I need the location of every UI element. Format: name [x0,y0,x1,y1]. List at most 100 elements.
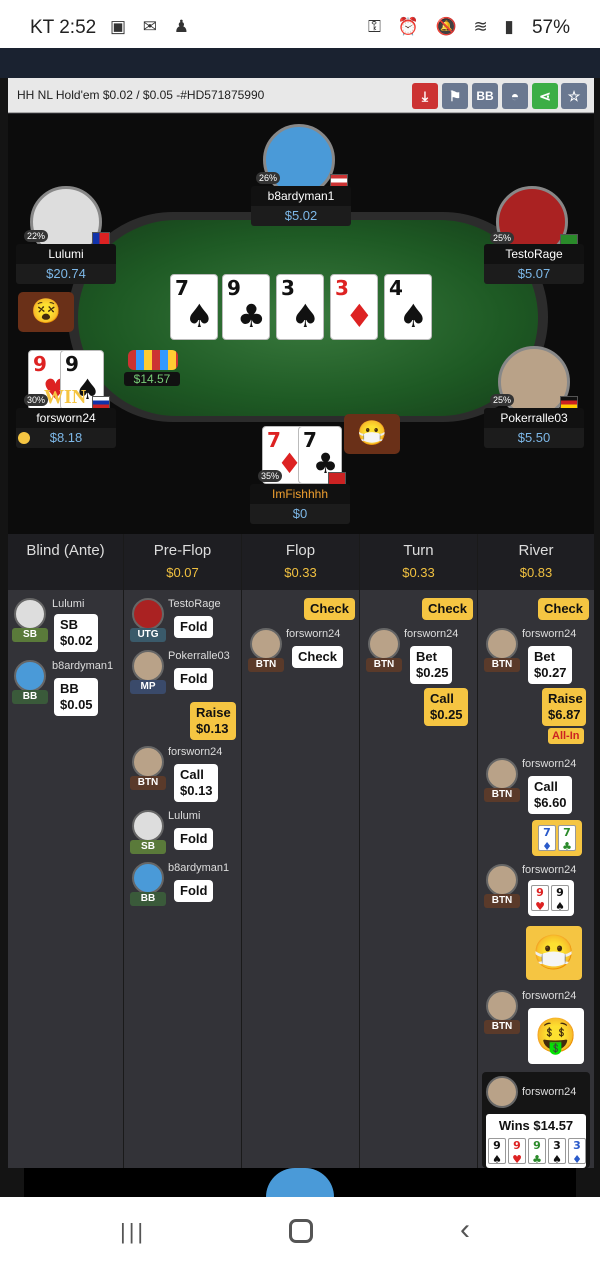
emoji-bubble: 😷 [344,414,400,454]
mini-card: 9 ♠ [488,1138,506,1166]
player-name: Lulumi [52,598,85,610]
bb-toggle-button[interactable]: BB [472,83,498,109]
board-card: 4 ♠ [384,274,432,340]
player-name: forsworn24 [522,628,577,640]
mini-card: 7 ♦ [538,825,556,853]
action-bubble: Bet $0.27 [528,646,572,684]
pct-badge: 25% [490,394,515,406]
pot-amount: $14.57 [124,372,180,386]
system-icons: ⚿ ⏰ 🔕 ≋ ▮ [368,17,520,36]
player-stack: $5.07 [484,264,584,284]
player-name: b8ardyman1 [52,660,114,672]
pct-badge: 30% [24,394,49,406]
mini-card: 9 ♣ [528,1138,546,1166]
allin-badge: All-In [548,728,584,744]
action-bubble: Fold [174,880,214,902]
column-header: River $0.83 [478,534,594,590]
background-app [0,48,600,78]
player-name: TestoRage [168,598,221,610]
player-name: forsworn24 [286,628,341,640]
avatar-forsworn24 [250,628,282,660]
pct-badge: 35% [258,470,283,482]
player-name: forsworn24 [16,408,116,428]
battery-level: 57% [531,17,570,38]
avatar-forsworn24 [486,1076,518,1108]
pct-badge: 25% [490,232,515,244]
home-button[interactable] [289,1219,313,1243]
board-card: 7 ♠ [170,274,218,340]
action-bubble: Check [304,598,356,620]
action-bubble: Call $0.13 [174,764,218,802]
player-name: ImFishhhh [250,484,350,504]
status-bar: KT 2:52 ▣ ✉ ♟ ⚿ ⏰ 🔕 ≋ ▮ 57% [0,0,600,48]
pos-badge: MP [130,680,166,694]
recents-button[interactable]: ||| [120,1219,148,1244]
incognito-button[interactable]: ◓ [502,83,528,109]
action-bubble: Raise $6.87 [542,688,586,726]
avatar-b8ardyman1 [14,660,46,692]
shown-cards-99: 9 ♥ 9 ♠ [528,880,574,916]
emoji-message: 🤑 [528,1008,584,1064]
avatar-forsworn24 [486,990,518,1022]
avatar-lulumi [132,810,164,842]
action-bubble: Call $6.60 [528,776,572,814]
action-bubble: BB $0.05 [54,678,98,716]
action-bubble: Fold [174,668,214,690]
pos-badge: SB [12,628,48,642]
player-name: forsworn24 [522,864,577,876]
avatar-forsworn24 [486,864,518,896]
player-stack: $0 [250,504,350,524]
action-bubble: Raise $0.13 [190,702,236,740]
mini-card: 9 ♠ [551,885,569,913]
player-stack: $8.18 [16,428,116,448]
avatar-b8ardyman1 [132,862,164,894]
modal-titlebar: HH NL Hold'em $0.02 / $0.05 -#HD57187599… [8,78,594,113]
winner-box: forsworn24 Wins $14.57 9 ♠ 9 ♥ 9 ♣ 3 ♠ 3 ♦ [482,1072,590,1168]
action-bubble: Fold [174,616,214,638]
android-nav-bar: ||| ‹ [0,1197,600,1267]
pos-badge: SB [130,840,166,854]
mini-card: 7 ♣ [558,825,576,853]
back-button[interactable]: ‹ [460,1213,470,1247]
win-label: WIN [44,386,87,408]
favorite-star-button[interactable]: ☆ [561,83,587,109]
action-bubble: Bet $0.25 [410,646,452,684]
pos-badge: BTN [484,1020,520,1034]
pos-badge: UTG [130,628,166,642]
pct-badge: 26% [256,172,281,184]
avatar-forsworn24 [486,628,518,660]
mini-card: 3 ♦ [568,1138,586,1166]
column-header: Pre-Flop $0.07 [124,534,241,590]
pos-badge: BB [130,892,166,906]
player-name: forsworn24 [168,746,223,758]
pos-badge: BTN [484,894,520,908]
dealer-button-icon [18,432,30,444]
column-river: River $0.83 Check BTN forsworn24 Bet $0.2… [478,534,594,1168]
player-stack: $5.02 [251,206,351,226]
download-button[interactable]: ⤓ [412,83,438,109]
player-name: forsworn24 [522,1086,577,1098]
poker-table: 7 ♠ 9 ♣ 3 ♠ 3 ♦ 4 ♠ $14.57 26% b8ardyman1 $5.… [8,114,594,534]
board-card: 3 ♠ [276,274,324,340]
avatar-forsworn24 [486,758,518,790]
emoji-bubble: 😵 [18,292,74,332]
column-turn: Turn $0.33 Check BTN forsworn24 Bet $0.25… [360,534,478,1168]
column-preflop: Pre-Flop $0.07 UTG TestoRage Fold MP Poke… [124,534,242,1168]
player-stack: $20.74 [16,264,116,284]
emoji-message: 😷 [526,926,582,980]
action-bubble: Check [422,598,474,620]
player-name: forsworn24 [522,758,577,770]
hand-title: HH NL Hold'em $0.02 / $0.05 -#HD57187599… [17,88,265,102]
player-name: b8ardyman1 [168,862,230,874]
avatar-testorage [132,598,164,630]
share-button[interactable]: ⋖ [532,83,558,109]
shown-cards-77: 7 ♦ 7 ♣ [532,820,582,856]
background-dock [24,1168,576,1197]
pot-chips-icon [128,350,178,370]
flag-button[interactable]: ⚑ [442,83,468,109]
column-header: Blind (Ante) [8,534,123,590]
action-bubble: Check [538,598,590,620]
pos-badge: BTN [484,658,520,672]
player-name: b8ardyman1 [251,186,351,206]
avatar-forsworn24 [132,746,164,778]
